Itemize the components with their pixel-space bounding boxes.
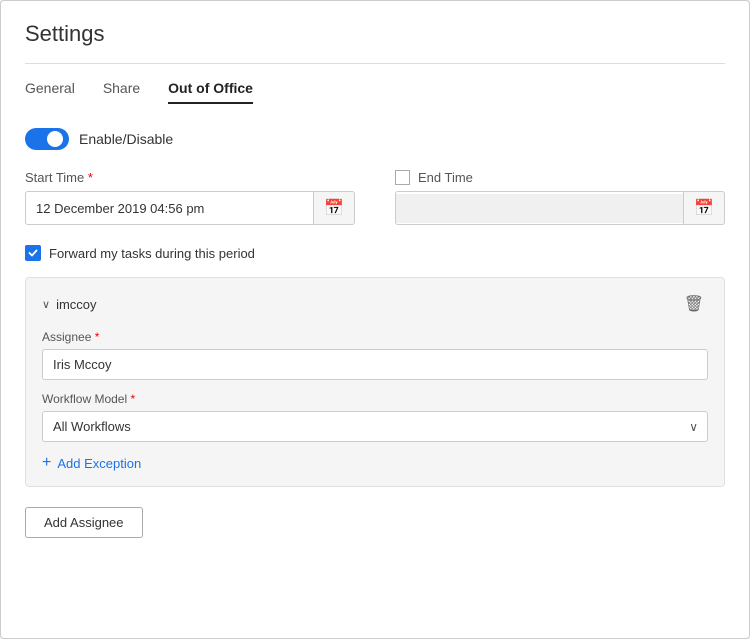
forward-tasks-label: Forward my tasks during this period	[49, 246, 255, 261]
assignee-name-row[interactable]: ∨ imccoy	[42, 297, 97, 312]
tabs-bar: General Share Out of Office	[25, 80, 725, 104]
calendar-icon: 📅	[324, 200, 344, 217]
workflow-field-label: Workflow Model *	[42, 392, 708, 406]
assignee-card-header: ∨ imccoy 🗑	[42, 292, 708, 316]
add-exception-plus-icon: +	[42, 454, 51, 472]
end-time-calendar-button[interactable]: 📅	[683, 192, 724, 224]
add-assignee-button[interactable]: Add Assignee	[25, 507, 143, 538]
end-time-input[interactable]	[396, 194, 683, 223]
settings-window: Settings General Share Out of Office Ena…	[0, 0, 750, 639]
forward-tasks-row: Forward my tasks during this period	[25, 245, 725, 261]
add-exception-label: Add Exception	[57, 456, 141, 471]
assignee-card-name: imccoy	[56, 297, 96, 312]
calendar-icon-end: 📅	[694, 200, 714, 217]
chevron-down-icon: ∨	[42, 298, 50, 311]
toggle-knob	[47, 131, 63, 147]
end-time-label: End Time	[418, 170, 473, 185]
tab-general[interactable]: General	[25, 80, 75, 104]
start-time-wrapper: 📅	[25, 191, 355, 225]
assignee-card: ∨ imccoy 🗑 Assignee * Workflow Model * A…	[25, 277, 725, 487]
start-time-label: Start Time *	[25, 170, 355, 185]
tab-share[interactable]: Share	[103, 80, 140, 104]
start-time-calendar-button[interactable]: 📅	[313, 192, 354, 224]
workflow-select[interactable]: All Workflows Workflow A Workflow B	[42, 411, 708, 442]
end-time-wrapper: 📅	[395, 191, 725, 225]
workflow-field: Workflow Model * All Workflows Workflow …	[42, 392, 708, 442]
delete-assignee-button[interactable]: 🗑	[680, 292, 708, 316]
time-row: Start Time * 📅 End Time 📅	[25, 170, 725, 225]
start-time-input[interactable]	[26, 194, 313, 223]
end-time-checkbox-wrapper: End Time	[395, 170, 725, 185]
enable-toggle[interactable]	[25, 128, 69, 150]
trash-icon: 🗑	[684, 296, 704, 313]
end-time-checkbox[interactable]	[395, 170, 410, 185]
workflow-select-wrapper: All Workflows Workflow A Workflow B ∨	[42, 411, 708, 442]
checkmark-icon	[28, 248, 38, 258]
forward-tasks-checkbox[interactable]	[25, 245, 41, 261]
end-time-group: End Time 📅	[395, 170, 725, 225]
assignee-field-label: Assignee *	[42, 330, 708, 344]
enable-row: Enable/Disable	[25, 128, 725, 150]
assignee-field: Assignee *	[42, 330, 708, 380]
tab-out-of-office[interactable]: Out of Office	[168, 80, 253, 104]
enable-label: Enable/Disable	[79, 131, 173, 147]
assignee-input[interactable]	[42, 349, 708, 380]
title-divider	[25, 63, 725, 64]
start-time-group: Start Time * 📅	[25, 170, 355, 225]
add-exception-row[interactable]: + Add Exception	[42, 454, 708, 472]
page-title: Settings	[25, 21, 725, 47]
